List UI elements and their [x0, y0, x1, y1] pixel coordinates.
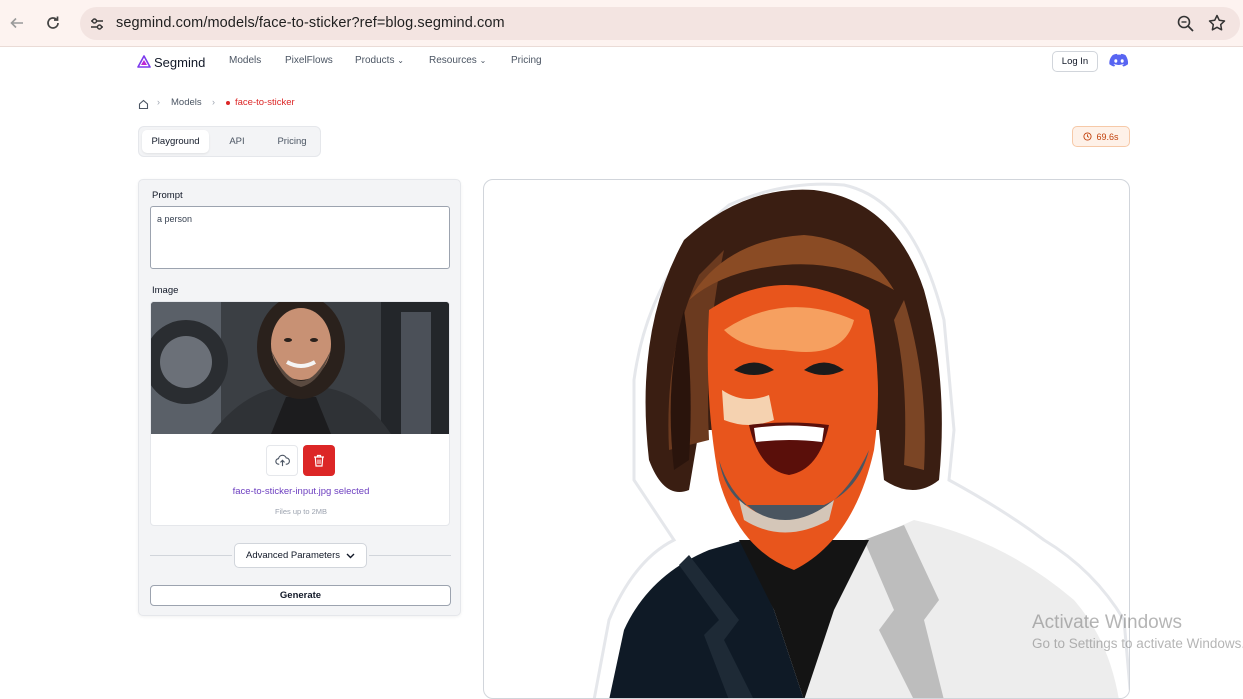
cloud-upload-icon	[274, 454, 290, 467]
chevron-down-icon: ⌄	[397, 56, 404, 65]
advanced-parameters-button[interactable]: Advanced Parameters	[234, 543, 367, 568]
prompt-input[interactable]: a person	[150, 206, 450, 269]
logo-text: Segmind	[154, 54, 206, 70]
tab-playground[interactable]: Playground	[142, 130, 209, 153]
breadcrumb-separator: ›	[212, 97, 215, 107]
windows-activation-watermark: Activate Windows Go to Settings to activ…	[1032, 612, 1243, 651]
site-settings-icon[interactable]	[88, 15, 106, 33]
breadcrumb-models[interactable]: Models	[171, 97, 202, 108]
input-panel: Prompt a person Image face-to-sticker-in…	[138, 179, 461, 616]
image-upload-card: face-to-sticker-input.jpg selected Files…	[150, 301, 450, 526]
prompt-label: Prompt	[152, 190, 183, 201]
browser-toolbar: segmind.com/models/face-to-sticker?ref=b…	[0, 0, 1243, 47]
file-size-hint: Files up to 2MB	[274, 507, 328, 516]
segmind-logo-icon	[137, 55, 151, 68]
bookmark-star-icon[interactable]	[1207, 13, 1227, 33]
address-bar[interactable]: segmind.com/models/face-to-sticker?ref=b…	[80, 7, 1240, 40]
reload-icon[interactable]	[41, 11, 65, 35]
nav-pricing[interactable]: Pricing	[511, 55, 542, 66]
divider-right	[369, 555, 451, 556]
nav-resources-label: Resources	[429, 55, 477, 66]
chevron-down-icon: ⌄	[479, 56, 487, 65]
advanced-parameters-label: Advanced Parameters	[246, 550, 340, 561]
nav-resources[interactable]: Resources ⌄	[429, 55, 486, 66]
trash-icon	[314, 454, 324, 467]
tab-bar: Playground API Pricing	[138, 126, 321, 157]
breadcrumb-current: face-to-sticker	[235, 97, 295, 108]
breadcrumb-separator: ›	[157, 97, 160, 107]
image-label: Image	[152, 285, 179, 296]
nav-products-label: Products	[355, 55, 395, 66]
clock-icon	[1083, 132, 1093, 141]
segmind-logo[interactable]: Segmind	[137, 53, 205, 71]
input-photo	[151, 302, 449, 434]
timer-value: 69.6s	[1096, 131, 1119, 142]
login-button[interactable]: Log In	[1052, 51, 1098, 72]
watermark-subtitle: Go to Settings to activate Windows.	[1032, 636, 1243, 651]
chevron-down-icon	[346, 553, 355, 558]
watermark-title: Activate Windows	[1032, 612, 1182, 633]
discord-icon[interactable]	[1109, 53, 1129, 69]
delete-image-button[interactable]	[303, 445, 335, 476]
tab-pricing[interactable]: Pricing	[265, 130, 319, 153]
zoom-icon[interactable]	[1176, 14, 1196, 34]
selected-filename: face-to-sticker-input.jpg selected	[232, 486, 370, 497]
url-text[interactable]: segmind.com/models/face-to-sticker?ref=b…	[116, 15, 505, 31]
tab-api[interactable]: API	[217, 130, 257, 153]
nav-pixelflows[interactable]: PixelFlows	[285, 55, 333, 66]
arrow-back-icon[interactable]	[5, 11, 29, 35]
divider-left	[150, 555, 232, 556]
breadcrumb-active-dot	[226, 101, 230, 105]
generate-button[interactable]: Generate	[150, 585, 451, 606]
nav-models[interactable]: Models	[229, 55, 261, 66]
home-icon[interactable]	[138, 97, 149, 115]
nav-products[interactable]: Products ⌄	[355, 55, 404, 66]
timer-badge: 69.6s	[1072, 126, 1130, 147]
upload-button[interactable]	[266, 445, 298, 476]
